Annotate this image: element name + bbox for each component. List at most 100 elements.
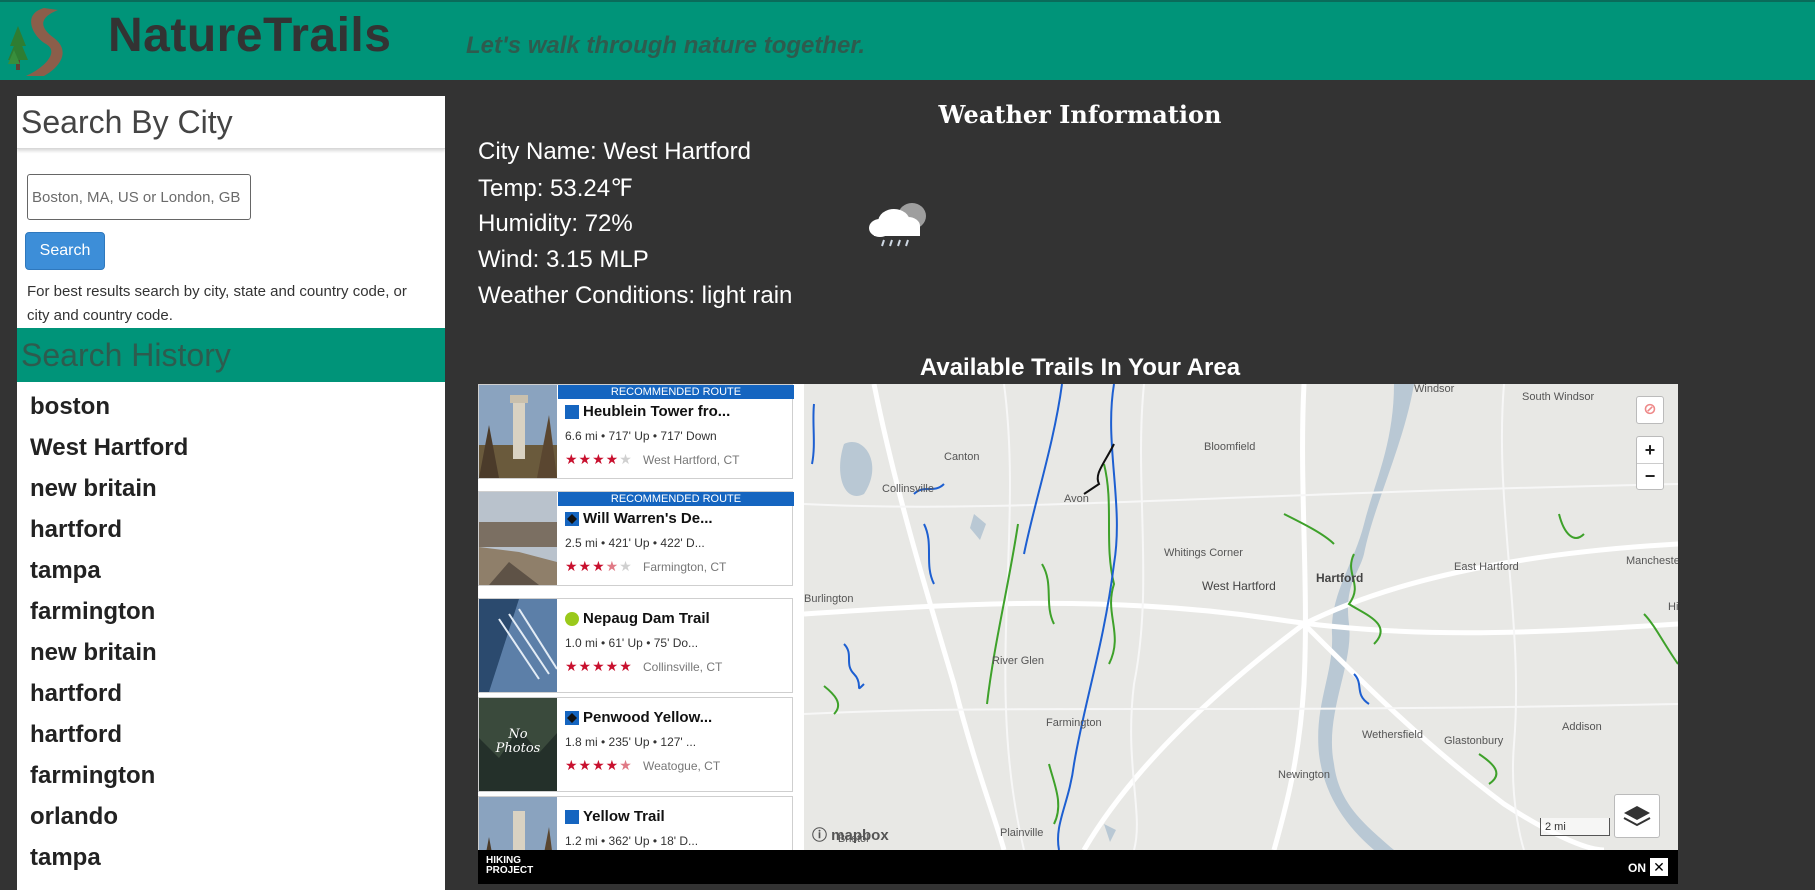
difficulty-blue-black-icon xyxy=(565,512,579,526)
trail-card[interactable]: RECOMMENDED ROUTE Heublein Tower fro... … xyxy=(478,384,794,479)
svg-text:East Hartford: East Hartford xyxy=(1454,561,1519,573)
trail-map[interactable]: Windsor South Windsor Canton Bloomfield … xyxy=(804,384,1678,850)
difficulty-green-circle-icon xyxy=(565,612,579,626)
trail-photo xyxy=(479,385,557,478)
trail-card[interactable]: RECOMMENDED ROUTE Will Warren's De... 2.… xyxy=(478,491,794,586)
trail-card[interactable]: Yellow Trail 1.2 mi • 362' Up • 18' D... xyxy=(478,796,793,850)
zoom-in-button[interactable]: + xyxy=(1637,437,1663,463)
weather-wind: Wind: 3.15 MLP xyxy=(478,246,649,273)
close-icon[interactable]: ✕ xyxy=(1650,858,1668,876)
history-item[interactable]: farmington xyxy=(30,591,188,632)
hiking-project-widget: RECOMMENDED ROUTE Heublein Tower fro... … xyxy=(478,384,1678,884)
trail-rating: ★★★★★ xyxy=(565,658,633,674)
svg-text:Burlington: Burlington xyxy=(804,593,854,605)
recommended-badge: RECOMMENDED ROUTE xyxy=(558,492,794,506)
rain-cloud-icon xyxy=(869,203,926,247)
trail-photo xyxy=(479,492,557,585)
mapbox-logo: mapbox xyxy=(831,827,889,844)
weather-temp: Temp: 53.24℉ xyxy=(478,175,633,202)
trail-stats: 1.0 mi • 61' Up • 75' Do... xyxy=(565,636,699,650)
trail-name[interactable]: Will Warren's De... xyxy=(583,510,713,527)
svg-text:Bloomfield: Bloomfield xyxy=(1204,441,1255,453)
history-item[interactable]: hartford xyxy=(30,673,188,714)
layers-button[interactable] xyxy=(1614,794,1660,838)
widget-toggle: ON ✕ xyxy=(1628,858,1668,876)
trail-location: Collinsville, CT xyxy=(643,660,723,674)
svg-text:Hi: Hi xyxy=(1668,601,1678,613)
svg-text:Hartford: Hartford xyxy=(1316,571,1363,585)
weather-conditions: Weather Conditions: light rain xyxy=(478,282,793,309)
search-title: Search By City xyxy=(17,96,445,149)
search-history-title: Search History xyxy=(17,328,445,382)
difficulty-blue-black-icon xyxy=(565,711,579,725)
trail-name[interactable]: Penwood Yellow... xyxy=(583,709,712,726)
widget-footer: HIKING PROJECT ON ✕ xyxy=(478,850,1678,884)
trail-name[interactable]: Yellow Trail xyxy=(583,808,665,825)
trail-stats: 1.8 mi • 235' Up • 127' ... xyxy=(565,735,697,749)
trail-stats: 2.5 mi • 421' Up • 422' D... xyxy=(565,536,705,550)
trail-photo xyxy=(479,599,557,692)
history-item[interactable]: tampa xyxy=(30,550,188,591)
trail-stats: 1.2 mi • 362' Up • 18' D... xyxy=(565,834,699,848)
zoom-out-button[interactable]: − xyxy=(1637,463,1663,490)
on-label: ON xyxy=(1628,861,1646,875)
svg-text:Addison: Addison xyxy=(1562,721,1602,733)
svg-text:Newington: Newington xyxy=(1278,769,1330,781)
weather-title: Weather Information xyxy=(938,100,1222,129)
recommended-badge: RECOMMENDED ROUTE xyxy=(558,385,794,399)
brand-title: NatureTrails xyxy=(108,9,392,62)
layers-icon xyxy=(1623,806,1651,827)
trail-list: RECOMMENDED ROUTE Heublein Tower fro... … xyxy=(478,384,804,850)
trail-location: Weatogue, CT xyxy=(643,759,721,773)
history-item[interactable]: new britain xyxy=(30,632,188,673)
history-item[interactable]: West Hartford xyxy=(30,427,188,468)
svg-text:West Hartford: West Hartford xyxy=(1202,579,1276,593)
trails-title: Available Trails In Your Area xyxy=(919,354,1241,381)
search-button[interactable]: Search xyxy=(25,232,105,270)
sidebar: Search By City Search For best results s… xyxy=(17,96,445,890)
svg-text:Manchester: Manchester xyxy=(1626,555,1678,567)
trail-logo-icon xyxy=(8,8,63,76)
weather-city: City Name: West Hartford xyxy=(478,138,751,165)
svg-text:Plainville: Plainville xyxy=(1000,827,1043,839)
zoom-control: + − xyxy=(1636,436,1664,490)
svg-text:River Glen: River Glen xyxy=(992,655,1044,667)
history-item[interactable]: hartford xyxy=(30,714,188,755)
svg-text:Canton: Canton xyxy=(944,451,979,463)
app-header: NatureTrails Let's walk through nature t… xyxy=(0,0,1815,80)
trail-location: Farmington, CT xyxy=(643,560,727,574)
trail-rating: ★★★★★ xyxy=(565,451,633,467)
svg-text:Farmington: Farmington xyxy=(1046,717,1102,729)
history-item[interactable]: new britain xyxy=(30,468,188,509)
weather-humidity: Humidity: 72% xyxy=(478,210,633,237)
history-item[interactable]: orlando xyxy=(30,796,188,837)
location-off-button[interactable]: ⊘ xyxy=(1636,396,1664,424)
map-canvas[interactable]: Windsor South Windsor Canton Bloomfield … xyxy=(804,384,1678,850)
history-item[interactable]: tampa xyxy=(30,837,188,878)
mapbox-attribution[interactable]: ⓘ mapbox xyxy=(812,824,889,845)
trail-rating: ★★★★★ xyxy=(565,757,633,773)
history-item[interactable]: boston xyxy=(30,386,188,427)
map-scale: 2 mi xyxy=(1540,818,1610,836)
svg-text:Wethersfield: Wethersfield xyxy=(1362,729,1423,741)
difficulty-blue-square-icon xyxy=(565,810,579,824)
trail-card[interactable]: No Photos Penwood Yellow... 1.8 mi • 235… xyxy=(478,697,793,792)
no-photos-label: No Photos xyxy=(495,727,541,756)
trail-location: West Hartford, CT xyxy=(643,453,740,467)
trail-name[interactable]: Heublein Tower fro... xyxy=(583,403,730,420)
search-hint: For best results search by city, state a… xyxy=(27,283,407,324)
history-item[interactable]: hartford xyxy=(30,509,188,550)
svg-text:Avon: Avon xyxy=(1064,493,1089,505)
svg-text:Windsor: Windsor xyxy=(1414,384,1455,395)
tagline: Let's walk through nature together. xyxy=(466,32,866,59)
trail-rating: ★★★★★ xyxy=(565,558,633,574)
history-item[interactable]: farmington xyxy=(30,755,188,796)
hiking-project-logo[interactable]: HIKING PROJECT xyxy=(486,856,536,876)
trail-photo xyxy=(479,797,557,850)
svg-text:Whitings Corner: Whitings Corner xyxy=(1164,547,1243,559)
difficulty-blue-square-icon xyxy=(565,405,579,419)
trail-card[interactable]: Nepaug Dam Trail 1.0 mi • 61' Up • 75' D… xyxy=(478,598,793,693)
city-search-input[interactable] xyxy=(27,174,251,220)
trail-name[interactable]: Nepaug Dam Trail xyxy=(583,610,710,627)
search-history-list: boston West Hartford new britain hartfor… xyxy=(30,386,188,878)
